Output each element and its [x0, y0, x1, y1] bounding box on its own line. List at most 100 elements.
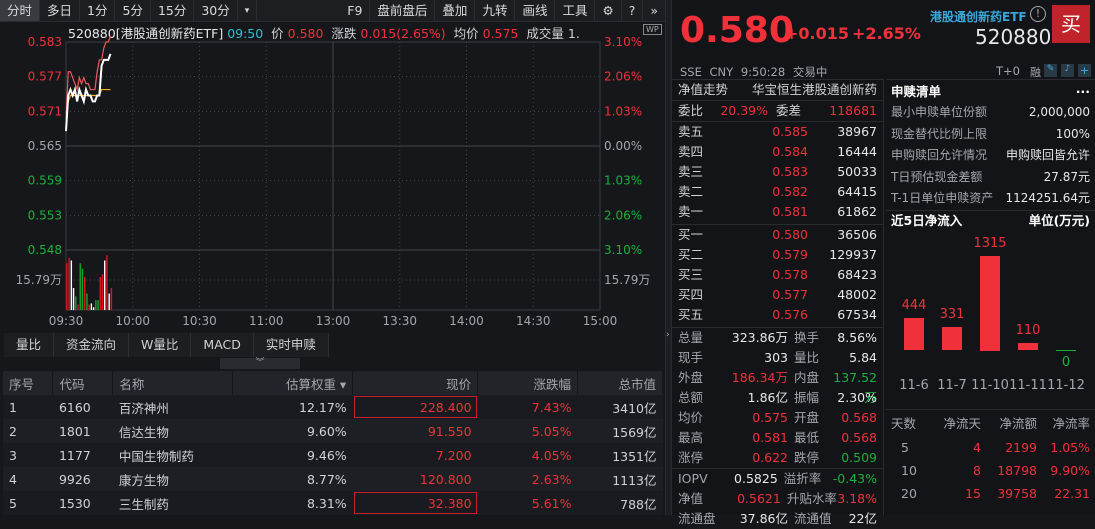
nav-row[interactable]: 净值走势 华宝恒生港股通创新药 — [672, 80, 883, 100]
level-label: 买四 — [678, 287, 704, 302]
row-index: 2 — [3, 419, 53, 443]
more-icon[interactable]: ··· — [1076, 80, 1090, 102]
tab-1min[interactable]: 1分 — [80, 0, 116, 21]
weight: 9.46% — [232, 443, 353, 467]
tab-fund-flow[interactable]: 资金流向 — [54, 333, 130, 357]
change-pct: 5.05% — [477, 419, 578, 443]
flow-table-header: 天数 净流天 净流额 净流率 — [891, 412, 1090, 436]
stat-value: 0.5825 — [734, 471, 778, 486]
sr-item: T日预估现金差额 27.87元 — [891, 167, 1090, 189]
tab-volume-ratio[interactable]: 量比 — [4, 333, 55, 357]
fund-name: 港股通创新药ETF — [930, 10, 1027, 24]
sr-label: 最小申赎单位份额 — [891, 105, 988, 119]
ask-level[interactable]: 卖二 0.582 64415 — [678, 182, 877, 202]
table-row[interactable]: 1 6160 百济神州 12.17% 228.400 7.43% 3410亿 — [3, 395, 663, 419]
draw-button[interactable]: 画线 — [515, 0, 556, 21]
stock-code: 1177 — [52, 443, 113, 467]
nav-trend-link[interactable]: 净值走势 — [678, 80, 728, 100]
column-header[interactable]: 涨跌幅 — [477, 371, 579, 395]
stat-value: 0.581 — [752, 430, 788, 445]
bid-level[interactable]: 买一 0.580 36506 — [678, 225, 877, 245]
margin-label: 融 — [1030, 66, 1041, 79]
fund-code: 520880 — [975, 25, 1052, 49]
tools-button[interactable]: 工具 — [555, 0, 596, 21]
column-header[interactable]: 序号 — [3, 371, 54, 395]
ask-level[interactable]: 卖五 0.585 38967 — [678, 122, 877, 142]
y-tick-left: 0.577 — [28, 70, 62, 84]
level-label: 买一 — [678, 227, 704, 242]
collapse-chevron-icon[interactable]: ︾ — [220, 358, 300, 369]
y-tick-left: 0.548 — [28, 243, 62, 257]
stat-value: 37.86亿 — [739, 511, 788, 526]
stat-value: 0.509 — [841, 450, 877, 465]
jiuzhuan-button[interactable]: 九转 — [475, 0, 516, 21]
tab-multiday[interactable]: 多日 — [40, 0, 81, 21]
ask-level[interactable]: 卖三 0.583 50033 — [678, 162, 877, 182]
tab-fenshi[interactable]: 分时 — [0, 0, 41, 21]
sr-item: 现金替代比例上限 100% — [891, 124, 1090, 146]
buy-button[interactable]: 买 — [1052, 5, 1090, 43]
sr-label: 现金替代比例上限 — [891, 126, 988, 141]
info-icon[interactable]: ! — [1030, 6, 1046, 22]
column-header[interactable]: 估算权重 ▾ — [232, 371, 354, 395]
volume-bar — [86, 293, 88, 310]
flow-table-row: 10 8 18798 9.90% — [891, 459, 1090, 482]
column-header[interactable]: 代码 — [52, 371, 114, 395]
level-volume: 64415 — [837, 184, 877, 199]
column-header[interactable]: 总市值 — [577, 371, 663, 395]
edit-icon[interactable]: ✎ — [1044, 64, 1057, 77]
panel-divider[interactable]: › — [665, 0, 672, 515]
stock-name: 中国生物制药 — [112, 443, 233, 467]
table-row[interactable]: 5 1530 三生制药 8.31% 32.380 5.61% 788亿 — [3, 491, 663, 515]
x-tick: 13:30 — [382, 314, 417, 328]
ask-level[interactable]: 卖一 0.581 61862 — [678, 202, 877, 222]
y-tick-right: 2.06% — [604, 208, 642, 222]
tab-realtime-sr[interactable]: 实时申赎 — [254, 333, 329, 357]
table-row[interactable]: 2 1801 信达生物 9.60% 91.550 5.05% 1569亿 — [3, 419, 663, 443]
premarket-button[interactable]: 盘前盘后 — [370, 0, 436, 21]
flow-bar-value: 331 — [939, 306, 965, 322]
stat-label: 流通值 — [794, 511, 832, 526]
level-label: 卖四 — [678, 144, 704, 159]
bid-level[interactable]: 买四 0.577 48002 — [678, 285, 877, 305]
flow-header: 近5日净流入 单位(万元) — [886, 211, 1095, 231]
bid-level[interactable]: 买二 0.579 129937 — [678, 245, 877, 265]
stat-label: 均价 — [678, 410, 704, 425]
stat-label: 外盘 — [678, 370, 704, 385]
expand-icon[interactable]: » — [643, 0, 665, 21]
stat-label: IOPV — [678, 471, 708, 486]
overlay-button[interactable]: 叠加 — [435, 0, 476, 21]
column-header[interactable]: 现价 — [352, 371, 479, 395]
x-tick: 10:30 — [182, 314, 217, 328]
gear-icon[interactable]: ⚙ — [595, 0, 622, 21]
flow-col-header: 净流天 — [943, 415, 981, 431]
flow-cell: 2199 — [1005, 439, 1037, 455]
exchange: SSE — [680, 65, 702, 79]
table-row[interactable]: 4 9926 康方生物 8.77% 120.800 2.63% 1113亿 — [3, 467, 663, 491]
tab-w-volume-ratio[interactable]: W量比 — [129, 333, 192, 357]
market-cap: 788亿 — [577, 491, 663, 515]
level-price: 0.580 — [772, 227, 808, 242]
stat-value: 8.56% — [837, 330, 877, 345]
add-icon[interactable]: + — [1078, 64, 1091, 77]
f9-button[interactable]: F9 — [340, 0, 371, 21]
weight: 8.77% — [232, 467, 353, 491]
tab-macd[interactable]: MACD — [191, 333, 254, 357]
tab-5min[interactable]: 5分 — [115, 0, 151, 21]
bid-level[interactable]: 买五 0.576 67534 — [678, 305, 877, 325]
tab-30min[interactable]: 30分 — [194, 0, 238, 21]
column-header[interactable]: 名称 — [112, 371, 234, 395]
tab-15min[interactable]: 15分 — [151, 0, 195, 21]
change-pct: 2.63% — [477, 467, 578, 491]
sr-value: 100% — [1055, 126, 1090, 141]
stock-code: 1530 — [52, 491, 113, 515]
market-cap: 1351亿 — [577, 443, 663, 467]
help-icon[interactable]: ? — [622, 0, 644, 21]
period-dropdown-icon[interactable]: ▾ — [238, 0, 258, 21]
bid-level[interactable]: 买三 0.578 68423 — [678, 265, 877, 285]
bell-icon[interactable]: ♪ — [1061, 64, 1074, 77]
ask-level[interactable]: 卖四 0.584 16444 — [678, 142, 877, 162]
table-row[interactable]: 3 1177 中国生物制药 9.46% 7.200 4.05% 1351亿 — [3, 443, 663, 467]
x-tick: 13:00 — [316, 314, 351, 328]
stat-label: 净值 — [678, 491, 704, 506]
